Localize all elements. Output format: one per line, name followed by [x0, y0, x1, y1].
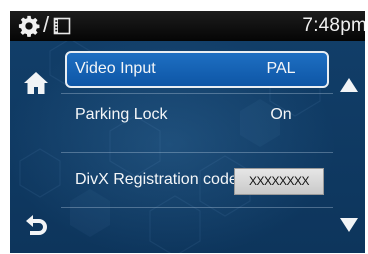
parking-lock-label: Parking Lock: [75, 106, 168, 123]
right-scroll-column: [333, 41, 365, 253]
row-divider: [61, 207, 333, 208]
video-input-value: PAL: [266, 60, 296, 77]
video-input-label: Video Input: [75, 60, 156, 77]
divx-registration-code-field[interactable]: XXXXXXXX: [234, 168, 324, 195]
status-bar: / 7:48pm: [10, 11, 365, 41]
settings-list: Video Input PAL Parking Lock On DivX Reg…: [61, 41, 333, 253]
divx-registration-label: DivX Registration code: [75, 171, 238, 188]
back-arrow-icon[interactable]: [24, 213, 48, 237]
triangle-up-icon[interactable]: [339, 77, 359, 93]
left-nav-column: [10, 41, 60, 253]
settings-screen: / 7:48pm Video Input PAL Parking Lock On…: [10, 11, 365, 253]
home-icon[interactable]: [23, 71, 49, 95]
settings-row-parking-lock[interactable]: Parking Lock On: [61, 94, 333, 137]
settings-row-video-input[interactable]: Video Input PAL: [61, 51, 333, 88]
clock-time: 7:48pm: [302, 15, 365, 36]
gear-icon[interactable]: [18, 15, 40, 37]
separator-slash: /: [43, 12, 50, 37]
triangle-down-icon[interactable]: [339, 217, 359, 233]
parking-lock-value: On: [270, 106, 292, 123]
film-icon[interactable]: [53, 17, 71, 35]
